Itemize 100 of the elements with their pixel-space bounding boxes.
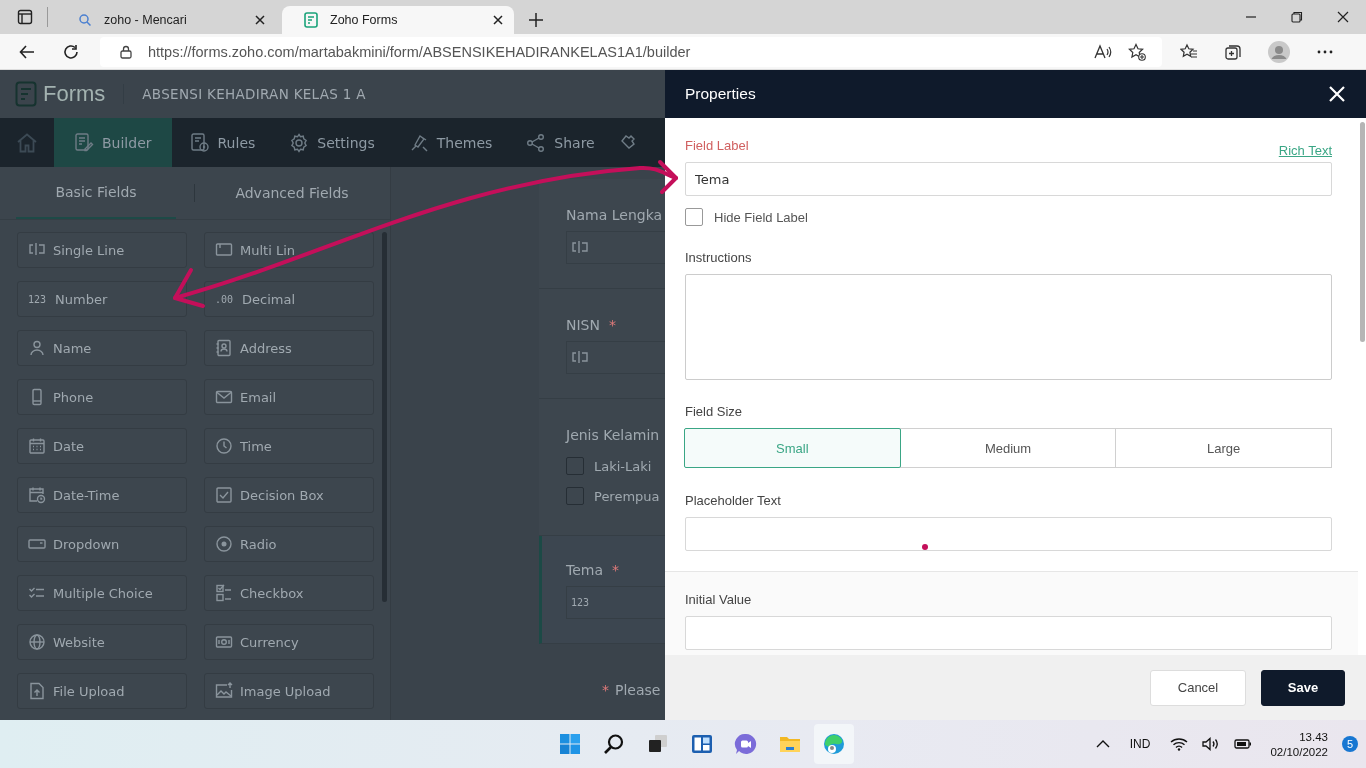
annotation-dot bbox=[922, 544, 928, 550]
add-favorite-icon[interactable] bbox=[1128, 42, 1146, 61]
field-label: Initial Value bbox=[685, 592, 752, 607]
globe-icon bbox=[28, 633, 46, 651]
chat-icon[interactable] bbox=[733, 732, 758, 756]
notification-badge[interactable]: 5 bbox=[1342, 736, 1358, 752]
size-option[interactable]: Large bbox=[1115, 428, 1332, 468]
field-type-button[interactable]: Address bbox=[204, 330, 374, 366]
search-icon bbox=[78, 13, 92, 27]
field-type-button[interactable]: Dropdown bbox=[17, 526, 187, 562]
size-option[interactable]: Small bbox=[684, 428, 901, 468]
field-type-button[interactable]: File Upload bbox=[17, 673, 187, 709]
form-icon bbox=[304, 12, 318, 28]
field-icon-text: 123 bbox=[28, 293, 48, 305]
field-type-button[interactable]: Decision Box bbox=[204, 477, 374, 513]
field-tab[interactable]: Advanced Fields bbox=[195, 167, 389, 219]
refresh-icon[interactable] bbox=[62, 42, 80, 61]
nav-tab[interactable]: Builder bbox=[54, 118, 172, 167]
field-type-button[interactable]: Single Line bbox=[17, 232, 187, 268]
rich-text-link[interactable]: Rich Text bbox=[1278, 142, 1332, 158]
field-type-button[interactable]: Phone bbox=[17, 379, 187, 415]
file-upload-icon bbox=[28, 682, 46, 700]
close-icon[interactable] bbox=[492, 14, 504, 26]
field-tab[interactable]: Basic Fields bbox=[16, 167, 176, 219]
field-type-button[interactable]: Time bbox=[204, 428, 374, 464]
field-type-button[interactable]: Image Upload bbox=[204, 673, 374, 709]
nav-tab[interactable]: Share bbox=[508, 118, 611, 167]
field-type-button[interactable]: Date bbox=[17, 428, 187, 464]
browser-tab[interactable]: Zoho Forms bbox=[282, 6, 514, 34]
wifi-icon[interactable] bbox=[1170, 737, 1189, 751]
favorites-icon[interactable] bbox=[1180, 42, 1198, 61]
browser-icon[interactable] bbox=[821, 732, 846, 756]
home-icon bbox=[16, 132, 38, 153]
avatar-icon[interactable] bbox=[1268, 40, 1290, 63]
checked-box-icon bbox=[215, 486, 233, 504]
form-title: ABSENSI KEHADIRAN KELAS 1 A bbox=[142, 86, 366, 102]
field-label: Field Label bbox=[685, 138, 749, 153]
speaker-icon[interactable] bbox=[1202, 737, 1221, 751]
size-option[interactable]: Medium bbox=[899, 428, 1117, 468]
field-label: Jenis Kelamin bbox=[566, 427, 660, 443]
option-label: Perempua bbox=[594, 488, 660, 504]
field-type-button[interactable]: .00 Decimal bbox=[204, 281, 374, 317]
scrollbar[interactable] bbox=[382, 232, 387, 602]
clock[interactable]: 13.43 02/10/2022 bbox=[1270, 730, 1328, 758]
field-type-button[interactable]: 123 Number bbox=[17, 281, 187, 317]
address-bar[interactable]: https://forms.zoho.com/martabakmini/form/ABSENSIKEHADIRANKELAS1A1/builder bbox=[100, 36, 1162, 67]
language-indicator[interactable]: IND bbox=[1129, 737, 1151, 751]
banknote-icon bbox=[215, 633, 233, 651]
cancel-button[interactable]: Cancel bbox=[1150, 669, 1246, 706]
contact-card-icon bbox=[215, 339, 233, 357]
person-icon bbox=[28, 339, 46, 357]
field-type-button[interactable]: Multi Lin bbox=[204, 232, 374, 268]
required-asterisk: * bbox=[602, 682, 609, 698]
close-icon[interactable] bbox=[1337, 11, 1349, 23]
collections-icon[interactable] bbox=[1224, 42, 1242, 61]
field-type-button[interactable]: Currency bbox=[204, 624, 374, 660]
new-tab-icon[interactable] bbox=[528, 12, 544, 28]
field-type-button[interactable]: Multiple Choice bbox=[17, 575, 187, 611]
widgets-icon[interactable] bbox=[689, 732, 714, 756]
panel-title: Properties bbox=[685, 85, 756, 103]
save-button[interactable]: Save bbox=[1261, 669, 1345, 706]
windows-icon[interactable] bbox=[557, 732, 582, 756]
field-type-button[interactable]: Checkbox bbox=[204, 575, 374, 611]
calendar-clock-icon bbox=[28, 486, 46, 504]
scrollbar[interactable] bbox=[1360, 122, 1365, 342]
nav-tab[interactable]: Settings bbox=[271, 118, 391, 167]
required-note: Please bbox=[615, 682, 661, 698]
radio-icon bbox=[215, 535, 233, 553]
field-type-button[interactable]: Website bbox=[17, 624, 187, 660]
field-type-button[interactable]: Email bbox=[204, 379, 374, 415]
checkbox[interactable] bbox=[566, 457, 584, 475]
text-area-icon bbox=[215, 241, 233, 259]
document-play-icon bbox=[189, 132, 210, 153]
checkbox[interactable] bbox=[566, 487, 584, 505]
share-icon bbox=[526, 132, 547, 153]
input-field[interactable]: Tema bbox=[685, 162, 1332, 196]
field-type-button[interactable]: Date-Time bbox=[17, 477, 187, 513]
field-label: Tema bbox=[566, 562, 603, 578]
field-type-button[interactable]: Name bbox=[17, 330, 187, 366]
nav-tab[interactable]: Themes bbox=[390, 118, 509, 167]
required-asterisk: * bbox=[612, 562, 619, 578]
envelope-icon bbox=[215, 388, 233, 406]
app-logo-text: Forms bbox=[43, 81, 106, 107]
field-icon-text: 123 bbox=[571, 597, 591, 608]
read-aloud-icon[interactable] bbox=[1094, 43, 1112, 60]
form-field-block[interactable]: Tema * 123 bbox=[539, 536, 665, 644]
chevron-up-icon[interactable] bbox=[1095, 739, 1110, 749]
close-icon[interactable] bbox=[254, 14, 266, 26]
sidebar-icon[interactable] bbox=[17, 9, 33, 25]
field-type-button[interactable]: Radio bbox=[204, 526, 374, 562]
field-label: Field Size bbox=[685, 404, 743, 419]
field-label: Instructions bbox=[685, 250, 752, 265]
browser-tab[interactable]: zoho - Mencari bbox=[56, 6, 276, 34]
checkbox[interactable] bbox=[685, 208, 703, 226]
calendar-icon bbox=[28, 437, 46, 455]
field-label: NISN bbox=[566, 317, 600, 333]
checkbox-list-icon bbox=[215, 584, 233, 602]
battery-icon[interactable] bbox=[1234, 738, 1253, 750]
restore-icon[interactable] bbox=[1291, 11, 1303, 23]
nav-tab[interactable]: Rules bbox=[171, 118, 272, 167]
